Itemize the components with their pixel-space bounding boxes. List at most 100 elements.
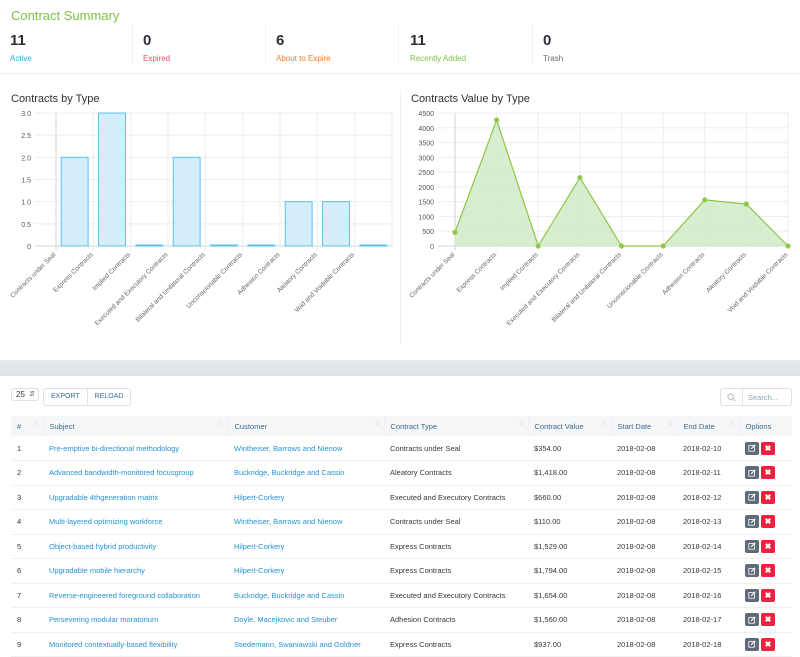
row-number: 6: [17, 566, 22, 576]
y-tick-label: 0.5: [21, 222, 31, 229]
column-header-contract-value[interactable]: Contract Value ↑↓: [528, 416, 612, 436]
contract-summary: Contract Summary 11 Active 0 Expired 6 A…: [0, 0, 800, 74]
column-header-contract-type[interactable]: Contract Type ↑↓: [384, 416, 529, 436]
start-date: 2018-02-08: [617, 615, 656, 625]
x-tick-label: Express Contracts: [456, 251, 499, 294]
edit-button[interactable]: [745, 515, 759, 529]
delete-button[interactable]: ✖: [761, 637, 775, 651]
stat-about-to-expire[interactable]: 6 About to Expire: [266, 22, 399, 64]
subject-link[interactable]: Pre-emptive bi-directional methodology: [43, 436, 228, 461]
stat-trash[interactable]: 0 Trash: [533, 22, 666, 64]
delete-button[interactable]: ✖: [761, 515, 775, 529]
edit-button[interactable]: [745, 466, 759, 480]
y-tick-label: 1000: [418, 214, 434, 221]
delete-button[interactable]: ✖: [761, 613, 775, 627]
stat-label: Expired: [143, 54, 171, 63]
edit-button[interactable]: [745, 564, 759, 578]
stat-label: Trash: [543, 54, 564, 63]
edit-button[interactable]: [745, 613, 759, 627]
reload-button[interactable]: RELOAD: [86, 389, 131, 405]
table-row: 7 Reverse-engineered foreground collabora…: [11, 583, 792, 608]
y-tick-label: 3500: [418, 141, 434, 148]
bar: [172, 156, 201, 247]
bar: [284, 201, 313, 247]
table-row: 2 Advanced bandwidth-monitored focusgroup…: [11, 461, 792, 486]
start-date: 2018-02-08: [617, 590, 656, 600]
customer-link[interactable]: Hilpert-Corkery: [228, 559, 384, 584]
customer-link[interactable]: Hilpert-Corkery: [228, 534, 384, 559]
subject-link[interactable]: Upgradable 4thgeneration matrix: [43, 485, 228, 510]
edit-button[interactable]: [745, 490, 759, 504]
data-point: [577, 174, 583, 181]
customer-link[interactable]: Buckridge, Buckridge and Cassin: [228, 583, 384, 608]
contract-value: $1,529.00: [534, 541, 568, 551]
delete-button[interactable]: ✖: [761, 466, 775, 480]
contract-value: $1,794.00: [534, 566, 568, 576]
delete-button[interactable]: ✖: [761, 539, 775, 553]
start-date: 2018-02-08: [617, 443, 656, 453]
stat-recently-added[interactable]: 11 Recently Added: [400, 22, 533, 64]
data-point: [702, 197, 708, 203]
subject-link[interactable]: Monitored contextually-based flexibility: [43, 632, 228, 657]
contracts-table-panel: 25 ⇵ EXPORT RELOAD #↑↓ Subject↑↓ Custome…: [0, 376, 800, 657]
subject-link[interactable]: Multi-layered optimizing workforce: [43, 510, 228, 535]
column-header-start-date[interactable]: Start Date ↑↓: [611, 416, 678, 436]
stat-value: 6: [276, 32, 285, 49]
delete-button[interactable]: ✖: [761, 490, 775, 504]
start-date: 2018-02-08: [617, 639, 656, 649]
stat-expired[interactable]: 0 Expired: [133, 22, 266, 64]
column-header-number[interactable]: # ↑↓: [11, 416, 44, 436]
y-tick-label: 1.5: [21, 178, 31, 185]
customer-link[interactable]: Wintheiser, Barrows and Nienow: [228, 510, 384, 535]
y-tick-label: 2.5: [21, 133, 31, 140]
y-tick-label: 2500: [418, 170, 434, 177]
export-button[interactable]: EXPORT: [44, 389, 87, 405]
x-tick-label: Aleatory Contracts: [276, 251, 319, 294]
row-number: 7: [17, 590, 22, 600]
stat-active[interactable]: 11 Active: [0, 22, 133, 64]
subject-link[interactable]: Persevering modular moratorium: [43, 608, 228, 633]
subject-link[interactable]: Upgradable mobile hierarchy: [43, 559, 228, 584]
customer-link[interactable]: Stiedemann, Swaniawski and Goldner: [228, 632, 384, 657]
search-icon[interactable]: [721, 389, 743, 405]
customer-link[interactable]: Buckridge, Buckridge and Cassin: [228, 461, 384, 486]
edit-button[interactable]: [745, 637, 759, 651]
column-header-subject[interactable]: Subject ↑↓: [43, 416, 229, 436]
data-point: [660, 243, 666, 249]
contract-value: $660.00: [534, 492, 562, 502]
delete-button[interactable]: ✖: [761, 588, 775, 602]
x-tick-label: Implied Contracts: [91, 251, 132, 292]
page-size-value: 25: [16, 390, 25, 399]
sort-icon: ↑↓: [729, 421, 735, 427]
row-options: ✖: [739, 534, 792, 559]
edit-icon: [748, 518, 756, 526]
contract-value: $1,560.00: [534, 615, 568, 625]
end-date: 2018-02-10: [683, 443, 722, 453]
stat-value: 11: [410, 32, 426, 49]
column-header-end-date[interactable]: End Date ↑↓: [677, 416, 740, 436]
customer-link[interactable]: Hilpert-Corkery: [228, 485, 384, 510]
bar: [322, 201, 350, 247]
edit-button[interactable]: [745, 441, 759, 455]
edit-button[interactable]: [745, 539, 759, 553]
contract-type: Aleatory Contracts: [390, 468, 452, 478]
page-size-select[interactable]: 25 ⇵: [11, 388, 39, 401]
subject-link[interactable]: Object-based hybrid productivity: [43, 534, 228, 559]
search-input[interactable]: [743, 389, 791, 405]
close-icon: ✖: [764, 590, 772, 600]
contract-type: Contracts under Seal: [390, 443, 461, 453]
table-row: 5 Object-based hybrid productivity Hilpert…: [11, 534, 792, 559]
column-header-customer[interactable]: Customer ↑↓: [228, 416, 385, 436]
subject-link[interactable]: Reverse-engineered foreground collaborat…: [43, 583, 228, 608]
edit-icon: [748, 469, 756, 477]
edit-button[interactable]: [745, 588, 759, 602]
delete-button[interactable]: ✖: [761, 564, 775, 578]
delete-button[interactable]: ✖: [761, 441, 775, 455]
close-icon: ✖: [764, 517, 772, 527]
subject-link[interactable]: Advanced bandwidth-monitored focusgroup: [43, 461, 228, 486]
charts-section: Contracts by Type Contracts Value by Typ…: [0, 80, 800, 358]
search-box: [720, 388, 792, 406]
customer-link[interactable]: Doyle, Macejkovic and Steuber: [228, 608, 384, 633]
row-number: 5: [17, 541, 22, 551]
customer-link[interactable]: Wintheiser, Barrows and Nienow: [228, 436, 384, 461]
